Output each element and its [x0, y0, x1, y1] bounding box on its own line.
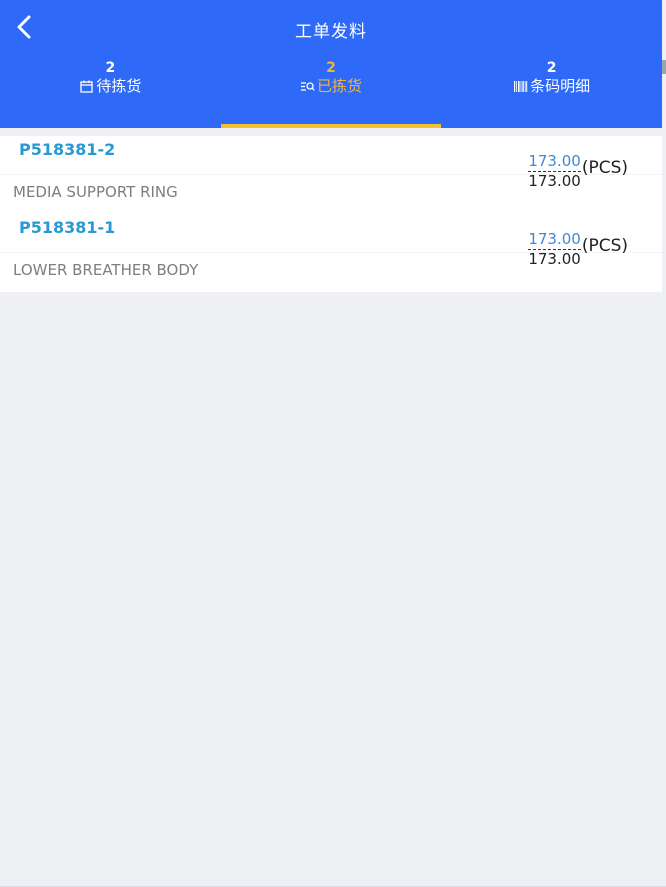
- calendar-icon: [80, 80, 93, 93]
- item-name: LOWER BREATHER BODY: [13, 261, 199, 279]
- tab-count: 2: [546, 60, 557, 76]
- tab-barcode-detail[interactable]: 2 条码明细: [441, 60, 662, 128]
- item-name: MEDIA SUPPORT RING: [13, 183, 178, 201]
- tab-label: 条码明细: [530, 77, 591, 95]
- item-code: P518381-2: [19, 140, 116, 159]
- tab-count: 2: [326, 60, 336, 76]
- picked-quantity: 173.00: [528, 152, 581, 172]
- quantity-display: 173.00 173.00 (PCS): [528, 230, 628, 268]
- separator: [0, 128, 662, 136]
- tab-label: 待拣货: [96, 77, 142, 95]
- tab-label-wrap: 待拣货: [79, 76, 141, 96]
- picked-list: P518381-2 MEDIA SUPPORT RING 173.00 173.…: [0, 136, 662, 292]
- quantity-fraction: 173.00 173.00: [528, 230, 581, 268]
- header-bar: 工单发料 2 待拣货 2 已拣货 2 条码明细: [0, 0, 662, 128]
- tab-label-wrap: 条码明细: [513, 76, 590, 96]
- required-quantity: 173.00: [528, 172, 581, 190]
- page-title: 工单发料: [295, 22, 367, 42]
- quantity-display: 173.00 173.00 (PCS): [528, 152, 628, 190]
- tab-picked[interactable]: 2 已拣货: [220, 60, 442, 128]
- app-frame: 工单发料 2 待拣货 2 已拣货 2 条码明细 P518381-2 MEDIA …: [0, 0, 666, 887]
- tab-label-wrap: 已拣货: [300, 76, 362, 96]
- list-item[interactable]: P518381-2 MEDIA SUPPORT RING 173.00 173.…: [0, 136, 662, 214]
- item-code: P518381-1: [19, 218, 116, 237]
- quantity-unit: (PCS): [581, 236, 628, 256]
- picked-quantity: 173.00: [528, 230, 581, 250]
- list-item[interactable]: P518381-1 LOWER BREATHER BODY 173.00 173…: [0, 214, 662, 292]
- quantity-fraction: 173.00 173.00: [528, 152, 581, 190]
- tab-label: 已拣货: [317, 77, 363, 95]
- barcode-icon: [514, 80, 528, 92]
- tab-bar: 2 待拣货 2 已拣货 2 条码明细: [0, 60, 662, 128]
- scrollbar-thumb[interactable]: [662, 60, 666, 74]
- quantity-unit: (PCS): [581, 158, 628, 178]
- tab-pending-pick[interactable]: 2 待拣货: [0, 60, 221, 128]
- search-list-icon: [301, 81, 315, 91]
- tab-count: 2: [105, 60, 116, 76]
- required-quantity: 173.00: [528, 250, 581, 268]
